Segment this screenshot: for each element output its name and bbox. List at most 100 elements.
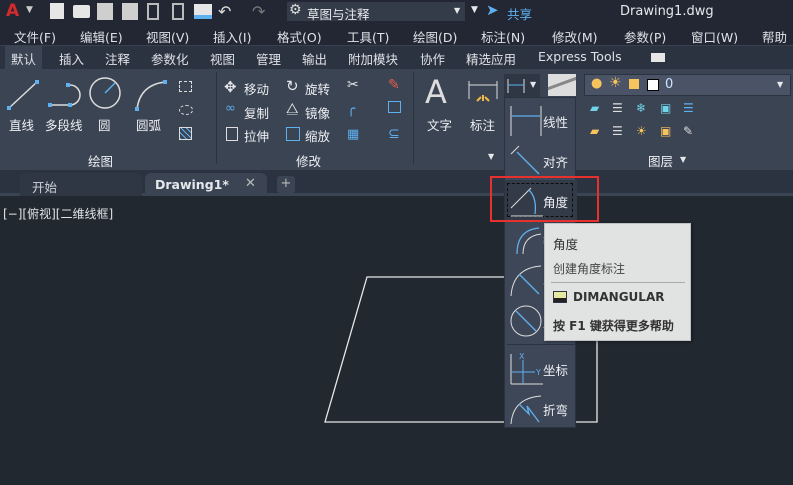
layer-on-icon[interactable]: ▰ xyxy=(590,124,599,138)
menu-draw[interactable]: 绘图(D) xyxy=(413,27,457,46)
layer-unlock-icon[interactable]: ▣ xyxy=(660,124,671,138)
fillet-icon[interactable]: ╭ xyxy=(347,101,355,117)
layer-lock-icon[interactable]: ▣ xyxy=(660,101,671,115)
dim-dropdown[interactable]: ▼ xyxy=(504,74,540,98)
rotate-icon[interactable]: ↻ xyxy=(286,77,299,95)
new-tab-plus-icon[interactable]: + xyxy=(277,176,295,193)
hatch-icon[interactable] xyxy=(179,127,192,140)
flyout-jogged[interactable]: 折弯 xyxy=(505,388,577,428)
layer-dropdown[interactable]: ● ☀ 0 ▼ xyxy=(584,74,791,96)
circle-label[interactable]: 圆 xyxy=(98,115,111,134)
ellipse-icon[interactable] xyxy=(179,105,193,115)
tab-output[interactable]: 输出 xyxy=(302,49,327,68)
arc-label[interactable]: 圆弧 xyxy=(136,115,161,134)
share-button[interactable]: 共享 xyxy=(507,4,532,23)
tab-view[interactable]: 视图 xyxy=(210,49,235,68)
save-as-icon[interactable] xyxy=(122,3,138,20)
customize-icon[interactable]: ▼ xyxy=(471,5,478,15)
rectangle-icon[interactable] xyxy=(179,81,192,92)
flyout-linear[interactable]: 线性 xyxy=(505,100,577,140)
menu-file[interactable]: 文件(F) xyxy=(14,27,56,46)
ribbon-minimize-icon[interactable] xyxy=(651,53,665,62)
layer-freeze-icon[interactable]: ❄ xyxy=(636,101,646,115)
aligned-dim-icon xyxy=(510,145,540,175)
open-icon[interactable] xyxy=(73,5,90,18)
text-button[interactable]: 文字 xyxy=(427,115,452,134)
tooltip-help: 按 F1 键获得更多帮助 xyxy=(553,319,674,333)
layer-thaw-icon[interactable]: ☀ xyxy=(636,124,647,138)
menu-insert[interactable]: 插入(I) xyxy=(213,27,251,46)
line-label[interactable]: 直线 xyxy=(9,115,34,134)
mirror-button[interactable]: 镜像 xyxy=(305,103,330,122)
tab-annotate[interactable]: 注释 xyxy=(105,49,130,68)
tab-addins[interactable]: 附加模块 xyxy=(348,49,398,68)
layer-match-icon[interactable]: ☰ xyxy=(683,101,694,115)
tab-drawing1[interactable]: Drawing1* ✕ xyxy=(145,173,267,196)
tab-collaborate[interactable]: 协作 xyxy=(420,49,445,68)
trim-icon[interactable]: ✂ xyxy=(347,77,359,93)
tab-manage[interactable]: 管理 xyxy=(256,49,281,68)
layer-make-current-icon[interactable]: ✎ xyxy=(683,124,693,138)
menu-view[interactable]: 视图(V) xyxy=(146,27,189,46)
offset-icon[interactable]: ⊆ xyxy=(388,126,400,142)
menu-parametric[interactable]: 参数(P) xyxy=(624,27,666,46)
app-menu-chevron-icon[interactable]: ▼ xyxy=(26,5,33,15)
new-icon[interactable] xyxy=(50,3,64,19)
draw-panel-title[interactable]: 绘图 xyxy=(88,151,113,170)
erase-icon[interactable]: ✎ xyxy=(388,77,400,93)
move-icon[interactable]: ✥ xyxy=(224,78,237,96)
dimension-button[interactable]: 标注 xyxy=(470,115,495,134)
mirror-icon[interactable]: ⧋ xyxy=(286,101,299,117)
stretch-button[interactable]: 拉伸 xyxy=(244,126,269,145)
tab-default[interactable]: 默认 xyxy=(5,46,43,69)
menu-dimension[interactable]: 标注(N) xyxy=(481,27,525,46)
flyout-ordinate[interactable]: XY 坐标 xyxy=(505,348,577,388)
polyline-label[interactable]: 多段线 xyxy=(45,115,83,134)
arc-icon[interactable] xyxy=(134,79,168,111)
tab-start[interactable]: 开始 xyxy=(20,173,142,196)
menu-edit[interactable]: 编辑(E) xyxy=(80,27,123,46)
save-icon[interactable] xyxy=(97,3,113,20)
flyout-aligned[interactable]: 对齐 xyxy=(505,140,577,180)
tab-parametric[interactable]: 参数化 xyxy=(151,49,189,68)
plot-icon[interactable] xyxy=(194,4,212,19)
workspace-dropdown[interactable]: ⚙ 草图与注释 ▼ xyxy=(287,2,465,22)
layer-isolate-icon[interactable]: ☰ xyxy=(612,101,623,115)
tab-insert[interactable]: 插入 xyxy=(59,49,84,68)
copy-button[interactable]: 复制 xyxy=(244,103,269,122)
move-button[interactable]: 移动 xyxy=(244,79,269,98)
scale-button[interactable]: 缩放 xyxy=(305,126,330,145)
rotate-button[interactable]: 旋转 xyxy=(305,79,330,98)
redo-icon[interactable]: ↷ xyxy=(252,2,265,21)
tab-featured-apps[interactable]: 精选应用 xyxy=(466,49,516,68)
menu-modify[interactable]: 修改(M) xyxy=(552,27,598,46)
app-logo-icon[interactable]: A xyxy=(6,1,19,21)
stretch-icon[interactable] xyxy=(226,127,238,141)
text-icon[interactable]: A xyxy=(425,73,447,111)
menu-tools[interactable]: 工具(T) xyxy=(347,27,389,46)
close-icon[interactable]: ✕ xyxy=(245,176,256,191)
jogged-icon xyxy=(510,395,542,425)
copy-icon[interactable]: ∞ xyxy=(225,101,236,116)
explode-icon[interactable] xyxy=(388,101,401,113)
scale-icon[interactable] xyxy=(286,127,300,141)
share-icon[interactable]: ➤ xyxy=(486,1,499,19)
polyline-icon[interactable] xyxy=(46,81,82,109)
open-web-icon[interactable] xyxy=(147,3,159,20)
modify-panel-title[interactable]: 修改 xyxy=(296,151,321,170)
circle-icon[interactable] xyxy=(88,76,122,110)
layers-panel-title[interactable]: 图层 xyxy=(648,151,673,170)
undo-icon[interactable]: ↶ xyxy=(218,2,231,21)
layer-unisolate-icon[interactable]: ☰ xyxy=(612,124,623,138)
menu-format[interactable]: 格式(O) xyxy=(277,27,322,46)
array-icon[interactable]: ▦ xyxy=(347,127,359,142)
annotation-expand-icon[interactable]: ▼ xyxy=(488,152,494,161)
dimension-icon[interactable] xyxy=(467,79,499,107)
layer-off-icon[interactable]: ▰ xyxy=(590,101,599,115)
save-web-icon[interactable] xyxy=(172,3,184,20)
chevron-down-icon[interactable]: ▼ xyxy=(680,155,686,164)
tab-express-tools[interactable]: Express Tools xyxy=(538,49,622,64)
layer-properties-icon[interactable] xyxy=(548,74,576,96)
line-icon[interactable] xyxy=(6,79,40,111)
menu-window[interactable]: 窗口(W) xyxy=(691,27,738,46)
